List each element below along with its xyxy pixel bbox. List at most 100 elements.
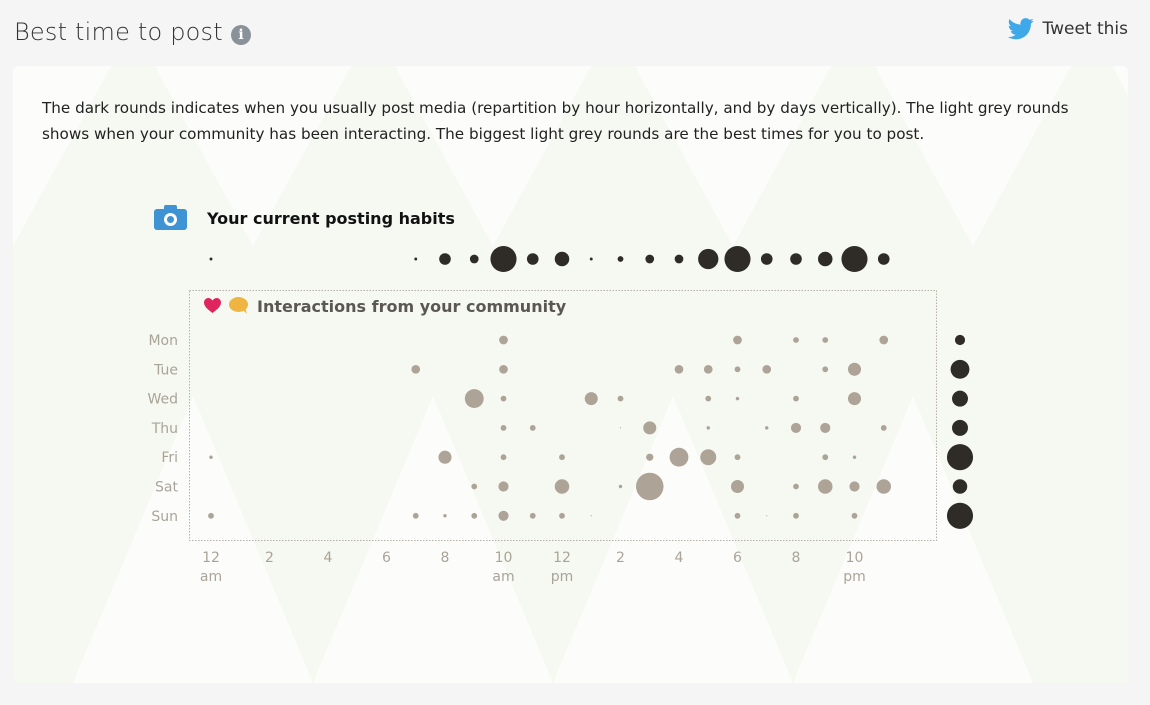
interaction-dot-fri-h15 bbox=[646, 453, 654, 461]
posting-dot-h11 bbox=[526, 253, 539, 265]
day-label-wed: Wed bbox=[147, 392, 178, 408]
interaction-dot-tue-h16 bbox=[674, 364, 684, 374]
posting-habits-title: Your current posting habits bbox=[206, 209, 455, 228]
interaction-dot-fri-h21 bbox=[822, 454, 829, 461]
interaction-dot-thu-h17 bbox=[706, 426, 710, 430]
day-label-sun: Sun bbox=[151, 509, 178, 525]
interaction-dot-thu-h15 bbox=[643, 421, 657, 435]
interaction-dot-thu-h19 bbox=[765, 426, 769, 430]
x-tick-6: 6 bbox=[382, 550, 391, 566]
interaction-dot-sun-h12 bbox=[559, 512, 565, 519]
interaction-dot-wed-h14 bbox=[617, 395, 624, 402]
interaction-dot-thu-h20 bbox=[790, 422, 802, 433]
interaction-dot-fri-h16 bbox=[669, 447, 689, 467]
camera-icon bbox=[154, 205, 187, 230]
interaction-dot-fri-h8 bbox=[438, 450, 452, 464]
interaction-dot-sat-h18 bbox=[730, 479, 745, 494]
posting-day-dot-mon bbox=[954, 334, 966, 346]
interaction-dot-sat-h20 bbox=[793, 483, 799, 490]
x-tick-18: 6 bbox=[733, 550, 742, 566]
day-label-fri: Fri bbox=[161, 450, 178, 466]
interaction-dot-thu-h14 bbox=[619, 427, 622, 429]
posting-dot-h7 bbox=[414, 257, 418, 261]
interaction-dot-sun-h20 bbox=[793, 512, 799, 519]
posting-dot-h15 bbox=[645, 254, 655, 264]
interaction-dot-wed-h13 bbox=[584, 392, 598, 406]
interaction-dot-tue-h21 bbox=[822, 366, 829, 373]
interaction-dot-tue-h19 bbox=[762, 364, 772, 374]
interaction-dot-sat-h22 bbox=[849, 481, 860, 492]
interaction-dot-sun-h0 bbox=[208, 512, 214, 519]
interaction-dot-thu-h21 bbox=[820, 422, 831, 433]
posting-dot-h9 bbox=[469, 254, 479, 264]
interaction-dot-sun-h13 bbox=[590, 515, 592, 517]
day-label-mon: Mon bbox=[148, 333, 178, 349]
interaction-dot-thu-h23 bbox=[880, 425, 887, 431]
interaction-dot-tue-h17 bbox=[703, 364, 713, 374]
interaction-dot-thu-h11 bbox=[529, 425, 536, 431]
posting-dot-h10 bbox=[490, 245, 517, 273]
interaction-dot-wed-h10 bbox=[500, 395, 507, 402]
x-tick-12: 12 bbox=[553, 550, 571, 566]
posting-dot-h14 bbox=[617, 256, 624, 262]
speech-bubble-icon bbox=[229, 297, 248, 314]
posting-dot-h20 bbox=[790, 253, 802, 265]
interaction-dot-tue-h10 bbox=[499, 364, 508, 374]
interactions-title: Interactions from your community bbox=[257, 297, 567, 316]
x-tick-16: 4 bbox=[675, 550, 684, 566]
interaction-dot-fri-h0 bbox=[209, 455, 213, 459]
interaction-dot-sun-h18 bbox=[734, 512, 741, 519]
posting-dot-h18 bbox=[724, 245, 751, 273]
interaction-dot-sun-h19 bbox=[766, 515, 768, 517]
interaction-dot-mon-h23 bbox=[879, 335, 889, 345]
posting-day-dot-tue bbox=[950, 359, 970, 379]
interaction-dot-sat-h23 bbox=[876, 479, 891, 494]
x-tick-2: 2 bbox=[265, 550, 274, 566]
x-tick-10: 10 bbox=[495, 550, 513, 566]
posting-dot-h12 bbox=[554, 251, 570, 267]
posting-dot-h19 bbox=[760, 253, 773, 265]
x-tick-4: 4 bbox=[324, 550, 333, 566]
x-tick-sub-12: pm bbox=[551, 569, 574, 585]
interaction-dot-wed-h22 bbox=[847, 392, 862, 406]
interaction-dot-sun-h7 bbox=[412, 512, 419, 519]
interaction-dot-fri-h12 bbox=[559, 454, 565, 461]
interaction-dot-mon-h21 bbox=[822, 337, 829, 343]
x-axis-ticks: 12 am 2 4 6 8 10 am 12 pm 2 4 6 8 10 pm bbox=[200, 550, 866, 585]
posting-by-hour-row bbox=[209, 245, 890, 273]
interactions-frame bbox=[189, 290, 937, 541]
interaction-dot-fri-h22 bbox=[852, 455, 857, 459]
x-tick-14: 2 bbox=[616, 550, 625, 566]
heart-icon bbox=[204, 298, 221, 313]
interaction-dot-wed-h9 bbox=[464, 389, 484, 409]
interaction-dot-sat-h12 bbox=[554, 479, 570, 494]
interaction-dot-wed-h18 bbox=[735, 396, 740, 401]
interaction-dot-sun-h22 bbox=[851, 512, 858, 519]
posting-by-day-column bbox=[946, 334, 974, 529]
x-tick-sub-0: am bbox=[200, 569, 222, 585]
interaction-dot-fri-h17 bbox=[700, 449, 717, 466]
interaction-dot-sat-h21 bbox=[818, 479, 833, 494]
best-time-chart: Your current posting habits Interactions… bbox=[147, 205, 974, 585]
posting-day-dot-wed bbox=[952, 390, 968, 407]
x-tick-8: 8 bbox=[441, 550, 450, 566]
day-label-sat: Sat bbox=[155, 480, 178, 496]
interaction-dot-sat-h9 bbox=[471, 483, 478, 490]
x-tick-sub-22: pm bbox=[843, 569, 866, 585]
posting-day-dot-sat bbox=[952, 479, 968, 494]
day-label-thu: Thu bbox=[151, 421, 178, 437]
interaction-dot-tue-h7 bbox=[411, 364, 421, 374]
interaction-dot-sun-h11 bbox=[529, 512, 536, 519]
posting-dot-h17 bbox=[698, 248, 719, 270]
posting-dot-h16 bbox=[674, 254, 684, 264]
x-tick-sub-10: am bbox=[492, 569, 514, 585]
interaction-dot-fri-h18 bbox=[734, 454, 741, 461]
interaction-dot-sat-h14 bbox=[618, 484, 623, 489]
interaction-dots bbox=[208, 335, 891, 521]
posting-dot-h23 bbox=[877, 253, 890, 265]
posting-day-dot-sun bbox=[946, 502, 974, 529]
interaction-dot-sun-h8 bbox=[443, 514, 447, 518]
interaction-dot-tue-h22 bbox=[847, 362, 862, 376]
posting-dot-h21 bbox=[818, 251, 833, 267]
posting-day-dot-thu bbox=[952, 419, 968, 436]
